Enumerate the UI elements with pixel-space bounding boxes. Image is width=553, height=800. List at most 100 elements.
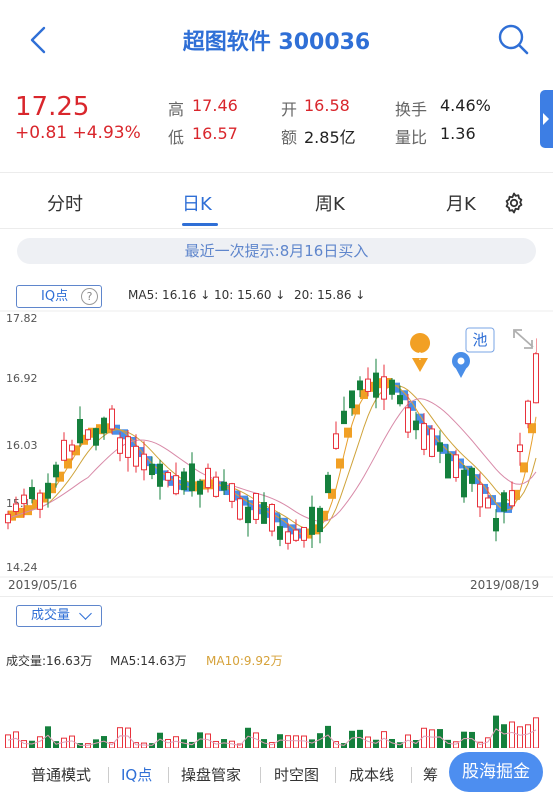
candle-body [533, 353, 539, 404]
volume-bar [429, 729, 435, 748]
mode-chips[interactable]: 筹 [423, 764, 438, 785]
volume-bar [213, 740, 219, 748]
high-value: 17.46 [192, 96, 238, 115]
turnover-label: 换手 [395, 100, 428, 119]
tab-intraday[interactable]: 分时 [47, 190, 83, 216]
candle-body [285, 531, 291, 544]
candle-body [277, 526, 283, 540]
candle-body [189, 463, 195, 492]
search-icon[interactable] [496, 22, 530, 56]
mode-cost-line[interactable]: 成本线 [349, 764, 394, 785]
ma5-readout: MA5: 16.16 ↓ [128, 288, 211, 302]
gear-icon[interactable] [502, 191, 526, 215]
volume-bar [61, 737, 67, 748]
volume-indicator-button[interactable]: 成交量 [16, 605, 102, 627]
price-change: +0.81 +4.93% [15, 123, 141, 143]
separator [335, 767, 336, 783]
divider [0, 596, 553, 597]
candle-body [37, 492, 43, 510]
last-signal-hint[interactable]: 最近一次提示:8月16日买入 [17, 238, 536, 264]
candle-body [525, 400, 531, 425]
candle-body [325, 474, 331, 494]
separator [411, 767, 412, 783]
volume-bar [509, 721, 515, 748]
mode-space-time-chart[interactable]: 时空图 [274, 764, 319, 785]
candle-body [493, 517, 499, 532]
volume-bar [21, 740, 27, 748]
tab-monthly-k[interactable]: 月K [446, 190, 476, 216]
candle-body [141, 453, 147, 471]
candle-body [149, 463, 155, 476]
candle-body [21, 494, 27, 505]
volume-ma10-readout: MA10:9.92万 [206, 654, 283, 668]
pool-button[interactable]: 池 [465, 327, 495, 353]
volume-bar [525, 724, 531, 748]
fullscreen-icon[interactable] [510, 326, 536, 352]
candle-body [77, 418, 83, 444]
ma10-readout: 10: 15.60 ↓ [214, 288, 286, 302]
candle-body [349, 390, 355, 409]
candle-body [213, 476, 219, 497]
iq-point-button[interactable]: IQ点 ? [16, 285, 102, 308]
candle-body [293, 529, 299, 541]
mode-trading-butler[interactable]: 操盘管家 [181, 764, 241, 785]
volume-bar [373, 739, 379, 748]
candle-body [125, 436, 131, 458]
candle-body [461, 469, 467, 498]
volume-bar [221, 739, 227, 748]
kline-chart[interactable]: ! 池 [0, 308, 553, 578]
tab-daily-k[interactable]: 日K [182, 190, 212, 216]
tab-weekly-k[interactable]: 周K [315, 190, 345, 216]
volume-bar [301, 735, 307, 748]
gold-mining-button[interactable]: 股海掘金 [449, 752, 543, 792]
divider [0, 228, 553, 229]
amount-label: 额 [281, 128, 298, 147]
candle-body [5, 513, 11, 524]
x-start-date: 2019/05/16 [8, 578, 78, 592]
divider [0, 172, 553, 173]
candle-body [93, 428, 99, 446]
help-icon[interactable]: ? [81, 288, 98, 305]
open-value: 16.58 [304, 96, 350, 115]
volume-bar [37, 736, 43, 748]
candle-body [45, 482, 51, 499]
candle-body [357, 380, 363, 391]
mode-normal[interactable]: 普通模式 [31, 764, 91, 785]
candle-body [341, 410, 347, 425]
volume-ma5-readout: MA5:14.63万 [110, 654, 187, 668]
candle-body [205, 467, 211, 489]
candle-body [261, 502, 267, 524]
candle-body [197, 480, 203, 495]
candle-body [501, 492, 507, 512]
volume-chart[interactable] [0, 708, 553, 748]
candle-body [509, 490, 515, 507]
active-tab-indicator [182, 223, 218, 226]
amount-value: 2.85亿 [304, 128, 356, 147]
candle-body [29, 487, 35, 500]
volume-bar [165, 738, 171, 748]
side-expand-tab[interactable] [540, 90, 553, 148]
candle-body [421, 423, 427, 450]
candle-body [485, 497, 491, 509]
candle-body [133, 445, 139, 467]
separator [168, 767, 169, 783]
candle-body [253, 493, 259, 520]
x-end-date: 2019/08/19 [470, 578, 540, 592]
separator [108, 767, 109, 783]
candle-body [381, 376, 387, 400]
candle-body [437, 442, 443, 452]
candle-body [221, 481, 227, 491]
turnover-value: 4.46% [440, 96, 491, 115]
open-label: 开 [281, 100, 298, 119]
chevron-down-icon [79, 607, 92, 620]
svg-text:!: ! [418, 350, 422, 363]
candle-body [405, 407, 411, 433]
volume-bar [253, 732, 259, 748]
current-price: 17.25 [15, 92, 90, 122]
volume-bar [317, 733, 323, 748]
candle-body [309, 506, 315, 535]
mode-iq-point[interactable]: IQ点 [121, 764, 152, 785]
buy-marker-icon[interactable] [452, 352, 470, 378]
candle-body [69, 444, 75, 452]
sell-marker-icon[interactable]: ! [410, 333, 431, 372]
